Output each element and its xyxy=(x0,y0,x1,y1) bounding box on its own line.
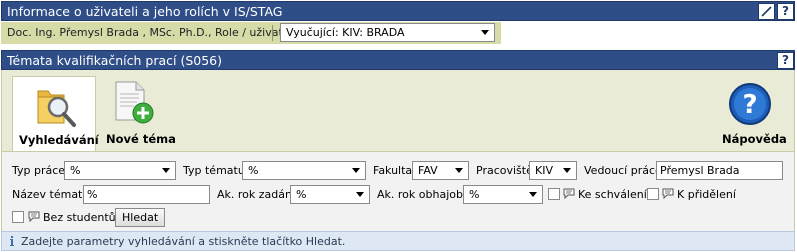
search-button[interactable]: Hledat xyxy=(115,208,166,227)
help-button-user[interactable]: ? xyxy=(777,3,794,20)
chevron-down-icon xyxy=(356,192,364,197)
info-message: Zadejte parametry vyhledávání a stisknět… xyxy=(21,235,346,248)
k-prideleni-checkbox[interactable] xyxy=(647,188,659,200)
pencil-icon[interactable] xyxy=(758,3,775,20)
chevron-down-icon xyxy=(162,168,170,173)
tab-search-label: Vyhledávání xyxy=(19,133,99,147)
help-label: Nápověda xyxy=(722,132,787,146)
typ-prace-select[interactable]: % xyxy=(64,161,176,180)
pracoviste-select[interactable]: KIV xyxy=(529,161,577,180)
ke-schvaleni-label: Ke schválení xyxy=(578,188,647,201)
nazev-label: Název tématu xyxy=(12,188,90,201)
bez-studentu-label: Bez studentů xyxy=(43,211,116,224)
rok-obhajoby-value: % xyxy=(469,188,480,201)
tab-search[interactable]: Vyhledávání xyxy=(12,76,99,152)
fakulta-value: FAV xyxy=(418,164,438,177)
document-add-icon xyxy=(115,81,154,124)
bez-studentu-checkbox[interactable] xyxy=(12,211,24,223)
typ-prace-value: % xyxy=(70,164,81,177)
user-name-role: Doc. Ing. Přemysl Brada , MSc. Ph.D., Ro… xyxy=(7,26,293,39)
rok-zadani-value: % xyxy=(296,188,307,201)
role-select-value: Vyučující: KIV: BRADA xyxy=(286,26,405,39)
nazev-input[interactable]: % xyxy=(83,185,210,204)
section-title: Témata kvalifikačních prací (S056) xyxy=(7,53,223,68)
user-info-title: Informace o uživateli a jeho rolích v IS… xyxy=(7,4,283,19)
chevron-down-icon xyxy=(563,168,571,173)
comment-icon xyxy=(563,188,575,199)
pracoviste-value: KIV xyxy=(535,164,553,177)
typ-tematu-select[interactable]: % xyxy=(242,161,366,180)
separator xyxy=(272,25,273,41)
chevron-down-icon xyxy=(352,168,360,173)
typ-tematu-value: % xyxy=(248,164,259,177)
fakulta-select[interactable]: FAV xyxy=(412,161,469,180)
new-topic-label: Nové téma xyxy=(106,132,176,146)
search-form: Typ práce % Typ tématu % Fakulta FAV Pra… xyxy=(1,151,795,231)
ke-schvaleni-checkbox[interactable] xyxy=(548,188,560,200)
help-button-section[interactable]: ? xyxy=(777,52,794,69)
k-prideleni-label: K přidělení xyxy=(677,188,736,201)
typ-tematu-label: Typ tématu xyxy=(183,164,245,177)
help-toolbar-button[interactable]: ? Nápověda xyxy=(710,76,790,146)
help-icon-glyph: ? xyxy=(742,90,757,120)
rok-zadani-label: Ak. rok zadání xyxy=(217,188,296,201)
info-icon xyxy=(10,236,14,246)
rok-obhajoby-label: Ak. rok obhajoby xyxy=(377,188,470,201)
info-message-bar: Zadejte parametry vyhledávání a stisknět… xyxy=(1,231,795,251)
help-icon: ? xyxy=(729,83,771,125)
vedouci-input[interactable]: Přemysl Brada xyxy=(656,161,783,180)
vedouci-label: Vedoucí práce xyxy=(584,164,662,177)
rok-obhajoby-select[interactable]: % xyxy=(463,185,543,204)
comment-icon xyxy=(662,188,674,199)
folder-search-icon xyxy=(37,90,76,127)
typ-prace-label: Typ práce xyxy=(12,164,66,177)
section-header: Témata kvalifikačních prací (S056) ? xyxy=(1,50,795,70)
rok-zadani-select[interactable]: % xyxy=(290,185,370,204)
comment-icon xyxy=(28,211,40,222)
fakulta-label: Fakulta xyxy=(373,164,413,177)
pracoviste-label: Pracoviště xyxy=(476,164,533,177)
toolbar: Vyhledávání Nové téma ? Nápověda xyxy=(1,70,795,152)
role-select[interactable]: Vyučující: KIV: BRADA xyxy=(280,23,495,42)
chevron-down-icon xyxy=(455,168,463,173)
chevron-down-icon xyxy=(529,192,537,197)
chevron-down-icon xyxy=(481,30,489,35)
user-info-header: Informace o uživateli a jeho rolích v IS… xyxy=(1,1,795,21)
user-strip: Doc. Ing. Přemysl Brada , MSc. Ph.D., Ro… xyxy=(1,22,501,44)
new-topic-button[interactable]: Nové téma xyxy=(102,76,176,146)
